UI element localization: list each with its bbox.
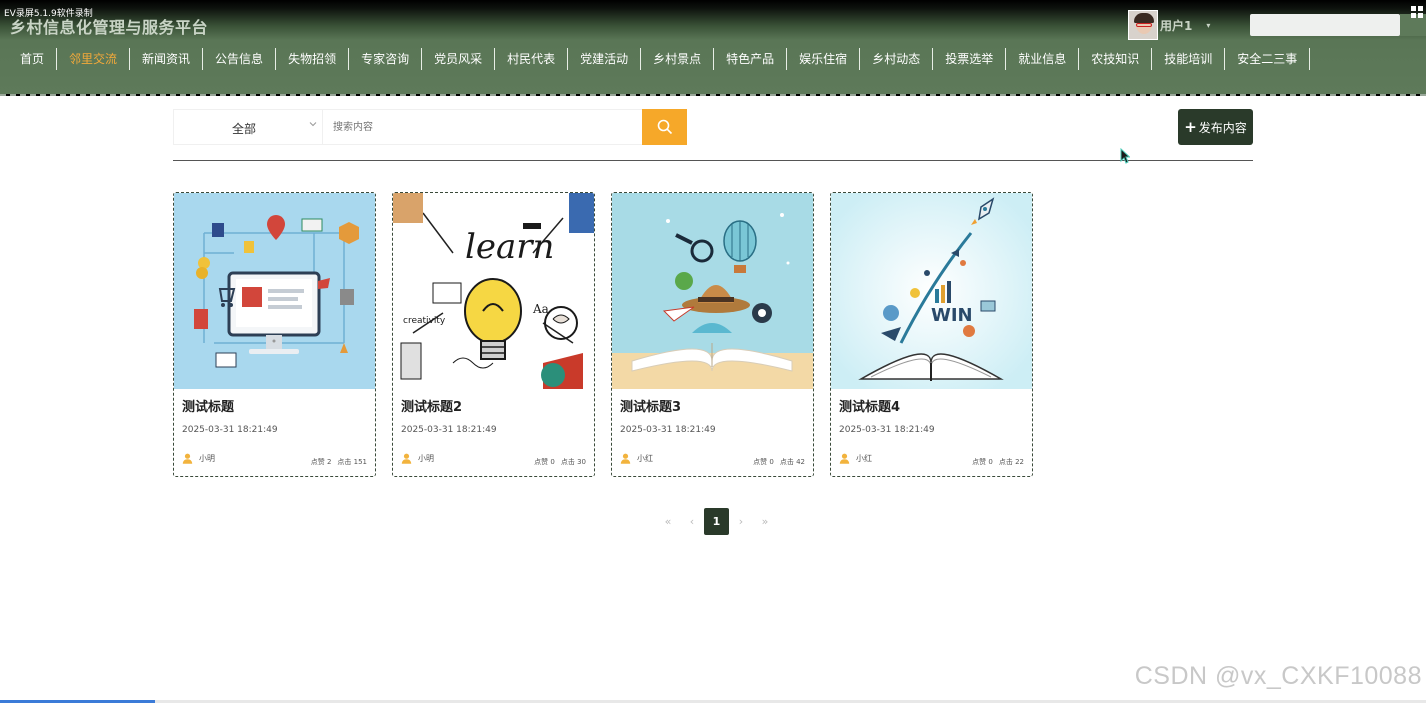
card-date: 2025-03-31 18:21:49 [839,425,935,435]
page-last-button[interactable]: » [753,515,777,528]
card-image[interactable]: learn creativity Aa [393,193,594,389]
like-count: 点赞 0 [972,458,993,466]
mouse-cursor-icon [1120,147,1131,168]
search-bar: 全部 + 发布内容 [173,109,1253,146]
user-icon [839,453,850,464]
card-title[interactable]: 测试标题2 [401,396,462,415]
click-count: 点击 151 [337,458,367,466]
author-name: 小明 [418,454,434,463]
author-name: 小红 [856,454,872,463]
card-author: 小明 [182,453,215,464]
nav-item-2[interactable]: 邻里交流 [57,48,131,70]
nav-item-7[interactable]: 党员风采 [422,48,496,70]
nav-item-18[interactable]: 安全二三事 [1225,48,1311,70]
nav-item-10[interactable]: 乡村景点 [641,48,715,70]
nav-item-14[interactable]: 投票选举 [933,48,1007,70]
card-image[interactable] [612,193,813,389]
like-count: 点赞 2 [310,458,332,466]
user-icon [182,453,193,464]
nav-item-5[interactable]: 失物招领 [276,48,350,70]
post-card[interactable]: WIN 测试标题4 2025-03-31 18:21:49 小红 点赞 0 点击… [830,192,1033,477]
card-author: 小明 [401,453,434,464]
divider [173,160,1253,161]
nav-item-15[interactable]: 就业信息 [1006,48,1080,70]
search-icon [657,119,672,135]
post-card[interactable]: 测试标题3 2025-03-31 18:21:49 小红 点赞 0 点击 42 [611,192,814,477]
chevron-down-icon[interactable]: ▾ [1206,21,1210,30]
card-stats: 点赞 0 点击 42 [753,457,805,467]
nav-item-13[interactable]: 乡村动态 [860,48,934,70]
card-stats: 点赞 0 点击 30 [534,457,586,467]
avatar[interactable] [1128,10,1158,40]
search-input[interactable] [323,109,643,145]
main-nav: 首页 邻里交流 新闻资讯 公告信息 失物招领 专家咨询 党员风采 村民代表 党建活动 乡村景点 特色… [8,46,1311,72]
nav-item-3[interactable]: 新闻资讯 [130,48,204,70]
publish-label: 发布内容 [1198,120,1247,135]
card-date: 2025-03-31 18:21:49 [182,425,278,435]
card-author: 小红 [620,453,653,464]
nav-item-9[interactable]: 党建活动 [568,48,642,70]
page-current-button[interactable]: 1 [704,508,729,535]
site-header: EV录屏5.1.9软件录制 乡村信息化管理与服务平台 用户1 ▾ 首页 邻里交流新… [0,0,1426,96]
card-stats: 点赞 0 点击 22 [972,457,1024,467]
author-name: 小明 [199,454,215,463]
publish-button[interactable]: + 发布内容 [1178,109,1253,145]
click-count: 点击 30 [560,458,586,466]
grid-icon[interactable] [1411,6,1423,18]
like-count: 点赞 0 [753,458,774,466]
nav-item-12[interactable]: 娱乐住宿 [787,48,861,70]
user-icon [401,453,412,464]
watermark: CSDN @vx_CXKF10088 [1134,662,1422,690]
category-select-value: 全部 [232,122,257,136]
page-first-button[interactable]: « [656,515,680,528]
nav-item-16[interactable]: 农技知识 [1079,48,1153,70]
author-name: 小红 [637,454,653,463]
nav-item-1[interactable]: 首页 [8,48,58,70]
card-title[interactable]: 测试标题3 [620,396,681,415]
nav-item-4[interactable]: 公告信息 [203,48,277,70]
post-card[interactable]: 测试标题 2025-03-31 18:21:49 小明 点赞 2 点击 151 [173,192,376,477]
card-image[interactable]: WIN [831,193,1032,389]
card-stats: 点赞 2 点击 151 [311,457,367,467]
plus-icon: + [1184,118,1197,136]
page-next-button[interactable]: › [729,515,753,528]
card-date: 2025-03-31 18:21:49 [401,425,497,435]
user-menu[interactable]: 用户1 ▾ [1128,10,1210,40]
card-title[interactable]: 测试标题 [182,396,234,415]
user-name[interactable]: 用户1 [1160,17,1192,34]
click-count: 点击 22 [998,458,1024,466]
user-icon [620,453,631,464]
like-count: 点赞 0 [534,458,555,466]
click-count: 点击 42 [779,458,805,466]
post-card[interactable]: learn creativity Aa 测试标题2 2025-03-31 18:… [392,192,595,477]
svg-text:Aa: Aa [532,302,549,316]
card-date: 2025-03-31 18:21:49 [620,425,716,435]
svg-text:creativity: creativity [403,316,446,326]
nav-item-11[interactable]: 特色产品 [714,48,788,70]
site-title[interactable]: 乡村信息化管理与服务平台 [10,14,208,38]
svg-text:learn: learn [465,227,554,267]
chevron-down-icon [308,118,318,132]
card-author: 小红 [839,453,872,464]
category-select[interactable]: 全部 [173,109,323,145]
nav-item-6[interactable]: 专家咨询 [349,48,423,70]
nav-item-8[interactable]: 村民代表 [495,48,569,70]
svg-text:WIN: WIN [931,305,973,326]
search-button[interactable] [642,109,687,145]
card-image[interactable] [174,193,375,389]
header-search-input[interactable] [1250,14,1400,36]
card-title[interactable]: 测试标题4 [839,396,900,415]
page-prev-button[interactable]: ‹ [680,515,704,528]
nav-item-17[interactable]: 技能培训 [1152,48,1226,70]
pagination: « ‹ 1 › » [656,508,777,535]
